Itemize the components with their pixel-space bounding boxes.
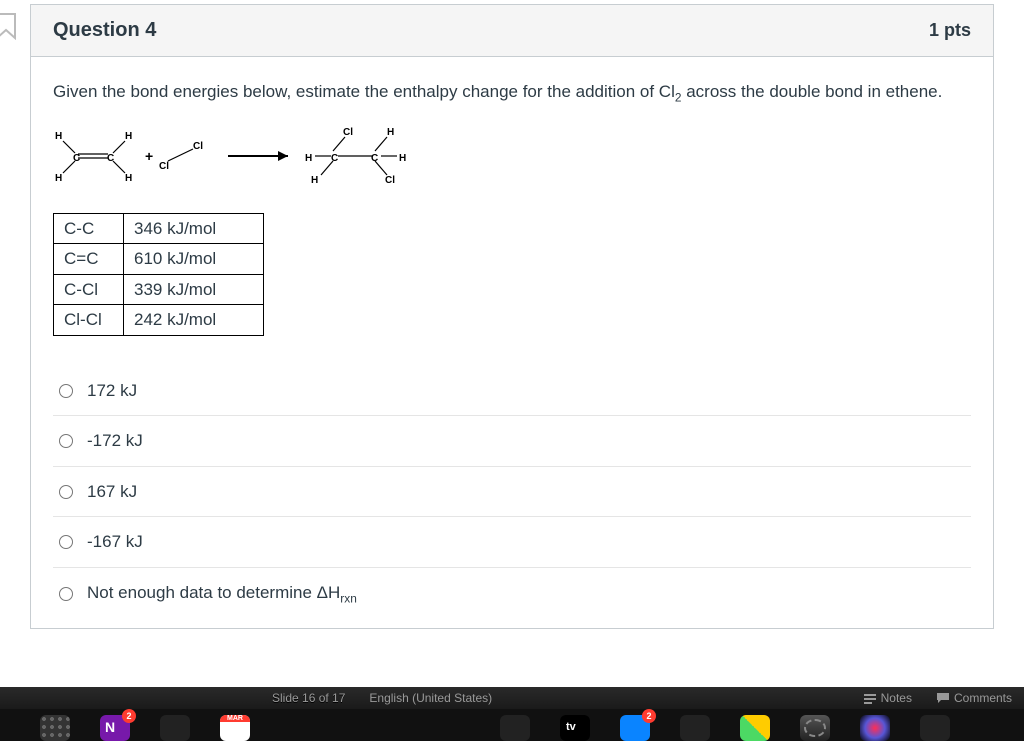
svg-text:Cl: Cl [193, 141, 203, 152]
answer-option[interactable]: 167 kJ [53, 467, 971, 518]
bond-cell: C=C [54, 244, 124, 275]
svg-text:H: H [55, 131, 62, 142]
question-header: Question 4 1 pts [31, 5, 993, 57]
answer-radio[interactable] [59, 535, 73, 549]
reaction-diagram: C C H H H H + Cl Cl [53, 121, 971, 199]
dock-siri-icon[interactable] [860, 715, 890, 741]
answer-option[interactable]: -167 kJ [53, 517, 971, 568]
answer-radio[interactable] [59, 434, 73, 448]
table-row: Cl-Cl242 kJ/mol [54, 305, 264, 336]
dock-app-icon[interactable] [680, 715, 710, 741]
dock-settings-icon[interactable] [800, 715, 830, 741]
answer-label: -167 kJ [87, 529, 143, 555]
answer-option[interactable]: Not enough data to determine ΔHrxn [53, 568, 971, 620]
dock-maps-icon[interactable] [740, 715, 770, 741]
bookmark-icon[interactable] [0, 12, 19, 40]
answer-list: 172 kJ -172 kJ 167 kJ -167 kJ Not enough dat… [53, 366, 971, 620]
answer-option[interactable]: -172 kJ [53, 416, 971, 467]
energy-cell: 242 kJ/mol [124, 305, 264, 336]
answer-radio[interactable] [59, 587, 73, 601]
slide-counter: Slide 16 of 17 [272, 691, 345, 705]
svg-text:+: + [145, 148, 153, 164]
dock-app-icon[interactable] [160, 715, 190, 741]
svg-text:H: H [399, 153, 406, 164]
dock-onenote-icon[interactable]: 2 [100, 715, 130, 741]
energy-cell: 610 kJ/mol [124, 244, 264, 275]
answer-label: 172 kJ [87, 378, 137, 404]
dock-app-icon[interactable] [920, 715, 950, 741]
dock-calendar-icon[interactable] [220, 715, 250, 741]
bond-cell: C-Cl [54, 274, 124, 305]
question-points: 1 pts [929, 20, 971, 41]
bond-table-body: C-C346 kJ/molC=C610 kJ/molC-Cl339 kJ/mol… [54, 213, 264, 335]
svg-text:H: H [125, 131, 132, 142]
badge-icon: 2 [642, 709, 656, 723]
energy-cell: 346 kJ/mol [124, 213, 264, 244]
table-row: C=C610 kJ/mol [54, 244, 264, 275]
badge-icon: 2 [122, 709, 136, 723]
macos-dock: 2 2 [0, 709, 1024, 741]
answer-label: -172 kJ [87, 428, 143, 454]
bond-energy-table: C-C346 kJ/molC=C610 kJ/molC-Cl339 kJ/mol… [53, 213, 264, 336]
energy-cell: 339 kJ/mol [124, 274, 264, 305]
bond-cell: Cl-Cl [54, 305, 124, 336]
notes-button[interactable]: Notes [863, 691, 912, 705]
question-body: Given the bond energies below, estimate … [31, 57, 993, 628]
question-card: Question 4 1 pts Given the bond energies… [30, 4, 994, 629]
svg-text:C: C [107, 153, 114, 164]
answer-radio[interactable] [59, 384, 73, 398]
svg-text:Cl: Cl [385, 175, 395, 186]
dock-app-icon[interactable] [500, 715, 530, 741]
svg-text:H: H [305, 153, 312, 164]
question-prompt: Given the bond energies below, estimate … [53, 79, 971, 107]
comments-button[interactable]: Comments [936, 691, 1012, 705]
answer-label: 167 kJ [87, 479, 137, 505]
dock-appstore-icon[interactable]: 2 [620, 715, 650, 741]
svg-text:H: H [55, 173, 62, 184]
comments-label: Comments [954, 691, 1012, 705]
answer-label: Not enough data to determine ΔHrxn [87, 580, 357, 608]
svg-text:C: C [371, 153, 378, 164]
svg-text:Cl: Cl [159, 161, 169, 172]
svg-text:Cl: Cl [343, 127, 353, 138]
language-indicator[interactable]: English (United States) [369, 691, 492, 705]
question-title: Question 4 [53, 19, 156, 42]
answer-option[interactable]: 172 kJ [53, 366, 971, 417]
table-row: C-Cl339 kJ/mol [54, 274, 264, 305]
svg-text:H: H [125, 173, 132, 184]
table-row: C-C346 kJ/mol [54, 213, 264, 244]
answer-radio[interactable] [59, 485, 73, 499]
dock-launchpad-icon[interactable] [40, 715, 70, 741]
notes-label: Notes [881, 691, 912, 705]
presentation-statusbar: Slide 16 of 17 English (United States) N… [0, 687, 1024, 709]
svg-text:H: H [387, 127, 394, 138]
dock-tv-icon[interactable] [560, 715, 590, 741]
bond-cell: C-C [54, 213, 124, 244]
svg-text:H: H [311, 175, 318, 186]
